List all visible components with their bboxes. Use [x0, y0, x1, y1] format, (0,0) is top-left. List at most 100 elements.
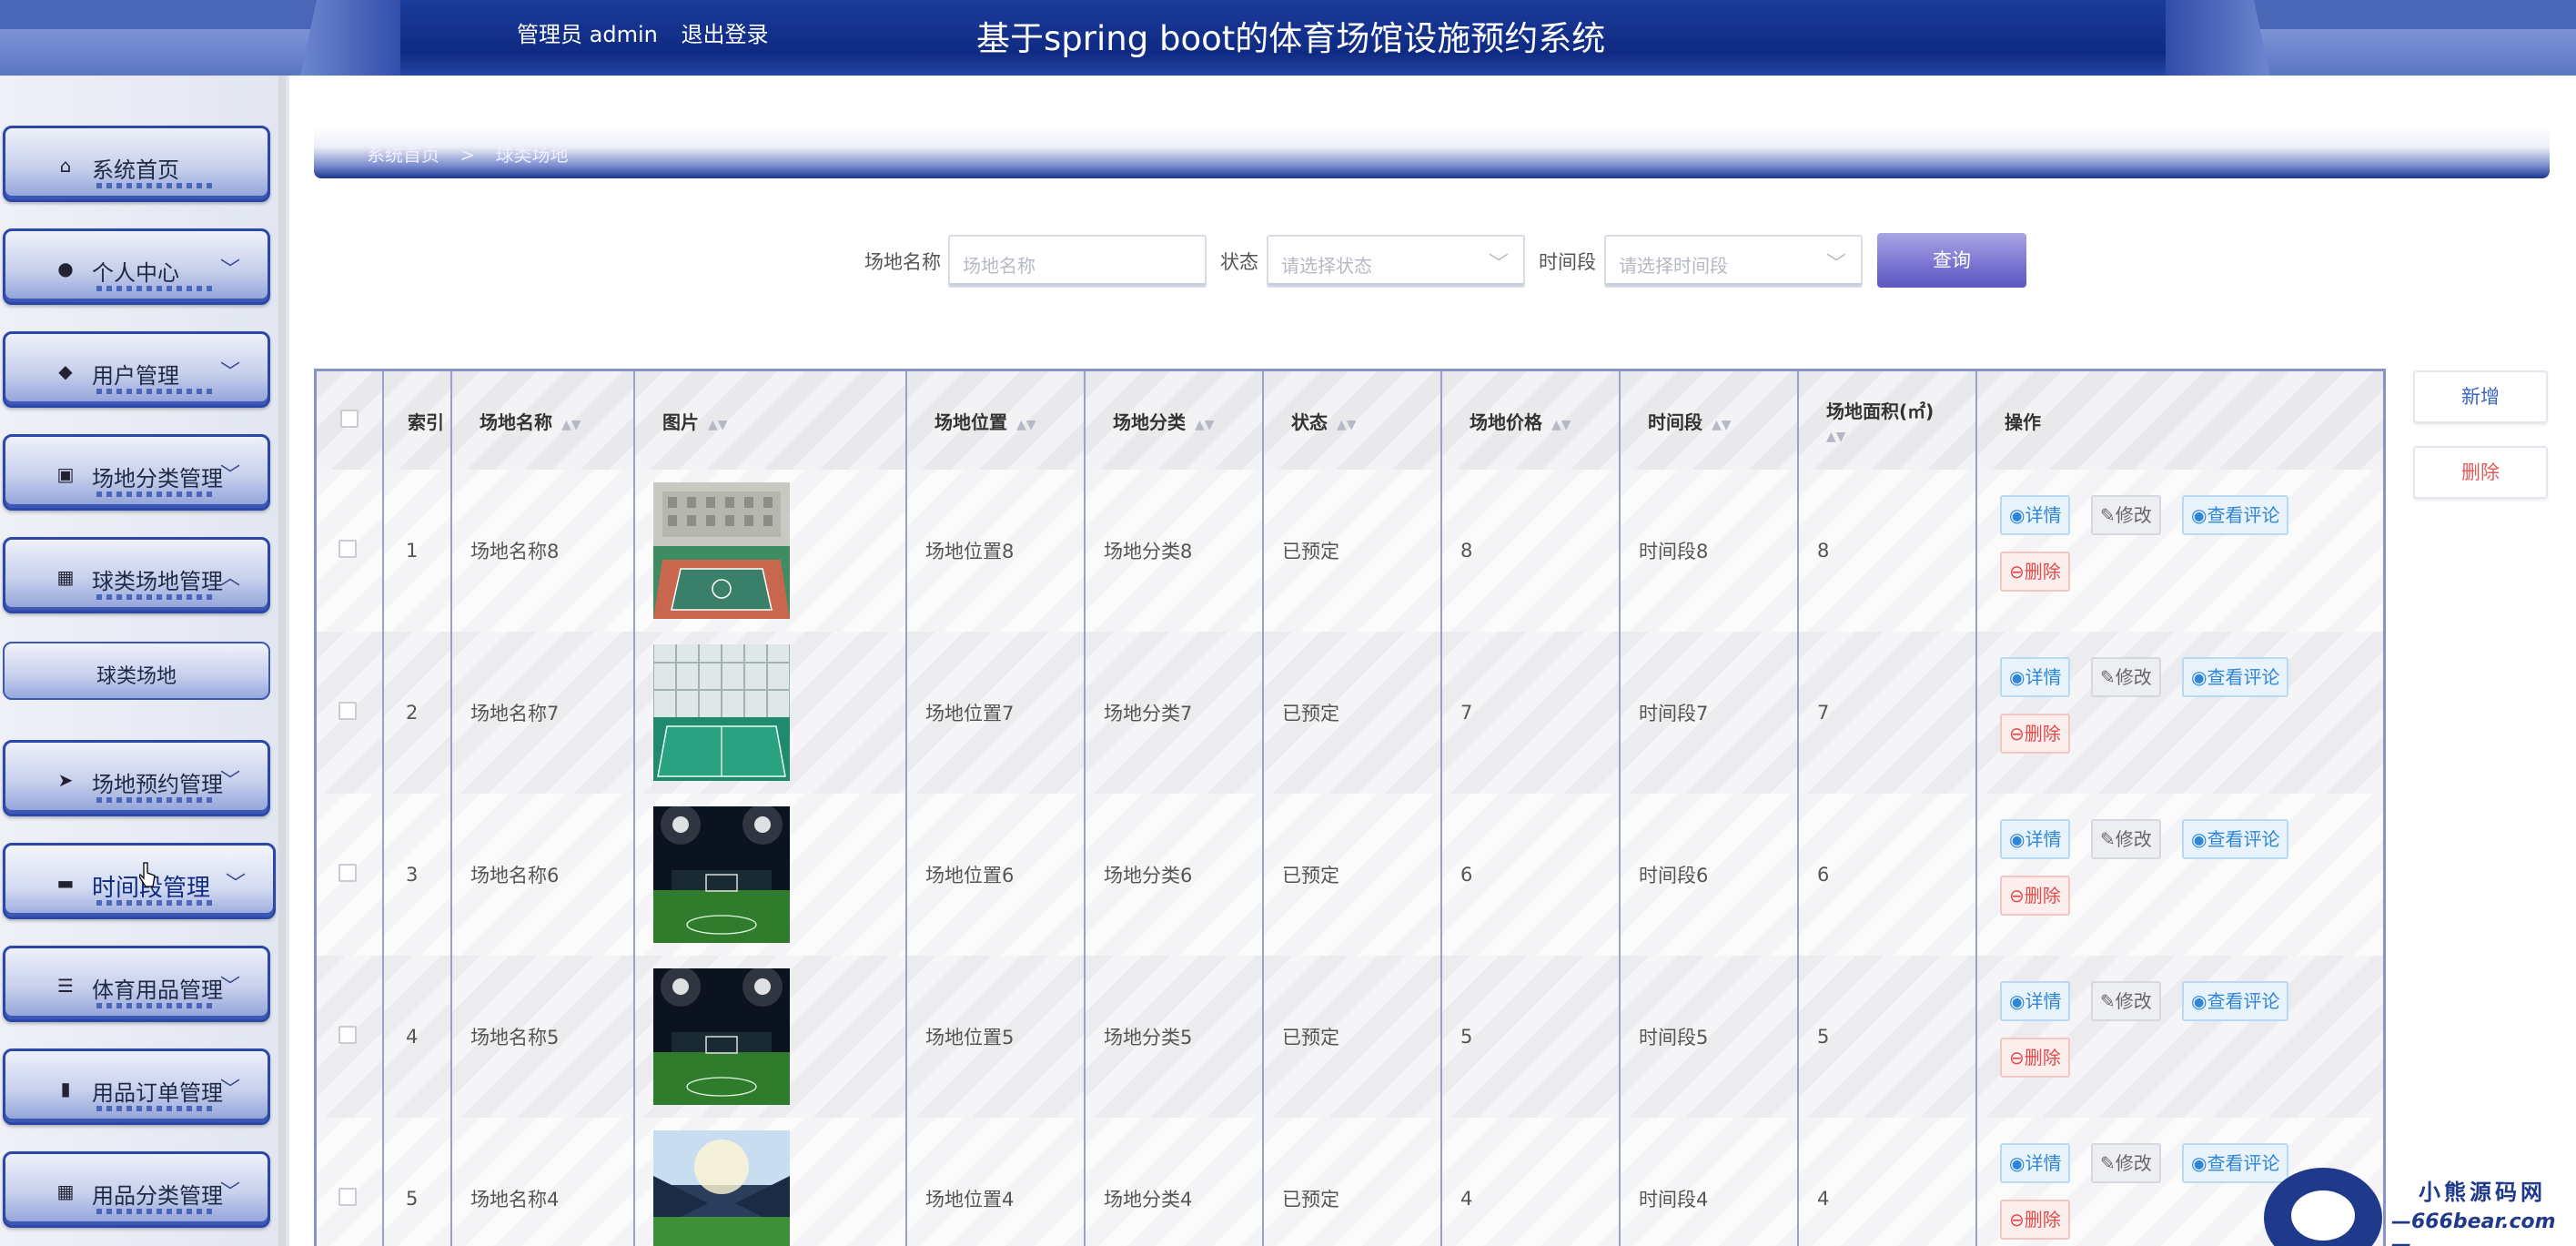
sidebar-item-label: 场地分类管理 — [92, 466, 223, 491]
sidebar-item-label: 个人中心 — [92, 260, 179, 286]
add-button[interactable]: 新增 — [2413, 370, 2548, 423]
sidebar-item-profile[interactable]: ● 个人中心 ﹀ — [3, 228, 270, 305]
search-time-select[interactable]: 请选择时间段 ﹀ — [1604, 235, 1863, 288]
search-name-input[interactable]: 场地名称 — [948, 235, 1207, 288]
edit-button[interactable]: ✎修改 — [2091, 1143, 2161, 1183]
header-image[interactable]: 图片 ▲▼ — [634, 371, 907, 470]
venue-thumbnail[interactable] — [653, 806, 905, 943]
view-reviews-button[interactable]: ◉查看评论 — [2182, 981, 2289, 1021]
detail-button[interactable]: ◉详情 — [2000, 819, 2071, 859]
detail-button[interactable]: ◉详情 — [2000, 1143, 2071, 1183]
row-checkbox[interactable] — [338, 701, 357, 720]
sort-icon[interactable]: ▲▼ — [708, 418, 728, 432]
header-category[interactable]: 场地分类 ▲▼ — [1085, 371, 1264, 470]
user-info: 管理员 admin 退出登录 — [517, 16, 784, 48]
select-all-header — [317, 371, 384, 470]
cell-location: 场地位置4 — [906, 1118, 1086, 1246]
edit-button[interactable]: ✎修改 — [2091, 981, 2161, 1021]
breadcrumb-home[interactable]: 系统首页 — [367, 144, 439, 166]
chevron-down-icon: ﹀ — [219, 1079, 240, 1101]
row-checkbox[interactable] — [338, 863, 357, 882]
pencil-icon: ✎ — [2100, 990, 2116, 1012]
clipboard-icon: ▣ — [56, 463, 75, 485]
sidebar-item-goods-category[interactable]: ▦ 用品分类管理 ﹀ — [3, 1151, 270, 1228]
sort-icon[interactable]: ▲▼ — [1712, 418, 1732, 432]
row-delete-button[interactable]: ⊖删除 — [2000, 1200, 2070, 1240]
header-location[interactable]: 场地位置 ▲▼ — [906, 371, 1086, 470]
sidebar-item-home[interactable]: ⌂ 系统首页 — [3, 126, 270, 202]
detail-button-label: 详情 — [2025, 990, 2062, 1012]
sidebar-item-label: 用品订单管理 — [92, 1080, 223, 1106]
cell-index: 5 — [383, 1118, 452, 1246]
cell-category: 场地分类7 — [1085, 632, 1264, 794]
detail-button-label: 详情 — [2025, 504, 2062, 526]
view-reviews-button[interactable]: ◉查看评论 — [2182, 495, 2289, 535]
edit-button-label: 修改 — [2115, 990, 2152, 1012]
select-all-checkbox[interactable] — [340, 409, 359, 428]
venue-thumbnail[interactable] — [653, 1130, 905, 1246]
sort-icon[interactable]: ▲▼ — [561, 418, 581, 432]
row-delete-button[interactable]: ⊖删除 — [2000, 876, 2070, 916]
venue-thumbnail[interactable] — [653, 482, 905, 619]
sidebar-item-ball-court[interactable]: ▦ 球类场地管理 ︿ — [3, 537, 270, 613]
submenu-item-ball-court[interactable]: 球类场地 — [3, 642, 270, 700]
header-status[interactable]: 状态 ▲▼ — [1263, 371, 1442, 470]
row-delete-button[interactable]: ⊖删除 — [2000, 552, 2070, 592]
edit-button[interactable]: ✎修改 — [2091, 657, 2161, 697]
menu-decoration — [96, 286, 215, 291]
chevron-down-icon: ﹀ — [219, 464, 240, 487]
edit-button[interactable]: ✎修改 — [2091, 819, 2161, 859]
row-delete-button-label: 删除 — [2024, 885, 2061, 907]
header-name[interactable]: 场地名称 ▲▼ — [451, 371, 635, 470]
cell-location: 场地位置8 — [906, 470, 1086, 632]
sidebar-item-goods-orders[interactable]: ▮ 用品订单管理 ﹀ — [3, 1048, 270, 1125]
sidebar-item-users[interactable]: ◆ 用户管理 ﹀ — [3, 331, 270, 408]
eye-icon: ◉ — [2191, 828, 2207, 850]
logout-link[interactable]: 退出登录 — [681, 22, 768, 47]
edit-button[interactable]: ✎修改 — [2091, 495, 2161, 535]
view-reviews-button[interactable]: ◉查看评论 — [2182, 819, 2289, 859]
watermark: 小熊源码网 —666bear.com— — [2255, 1163, 2573, 1246]
detail-button[interactable]: ◉详情 — [2000, 495, 2071, 535]
header-ops: 操作 — [1976, 371, 2383, 470]
cell-status: 已预定 — [1263, 1118, 1442, 1246]
query-button[interactable]: 查询 — [1877, 233, 2026, 288]
header-area[interactable]: 场地面积(㎡) ▲▼ — [1798, 371, 1977, 470]
header-price[interactable]: 场地价格 ▲▼ — [1441, 371, 1621, 470]
cell-category: 场地分类6 — [1085, 794, 1264, 956]
cell-location: 场地位置7 — [906, 632, 1086, 794]
sort-icon[interactable]: ▲▼ — [1826, 430, 1846, 444]
search-status-select[interactable]: 请选择状态 ﹀ — [1267, 235, 1525, 288]
row-checkbox[interactable] — [338, 1187, 357, 1206]
row-delete-button-label: 删除 — [2024, 723, 2061, 745]
row-delete-button[interactable]: ⊖删除 — [2000, 1038, 2070, 1078]
sidebar-item-sport-goods[interactable]: ☰ 体育用品管理 ﹀ — [3, 946, 270, 1022]
sidebar-item-venue-category[interactable]: ▣ 场地分类管理 ﹀ — [3, 434, 270, 511]
venue-thumbnail[interactable] — [653, 644, 905, 781]
sort-icon[interactable]: ▲▼ — [1551, 418, 1571, 432]
chevron-down-icon: ﹀ — [1825, 253, 1846, 276]
venue-thumbnail[interactable] — [653, 968, 905, 1105]
cell-image — [634, 794, 907, 956]
row-checkbox[interactable] — [338, 539, 357, 558]
table-row: 3 场地名称6 场地位置6 场地分类6 已预定 6 时间段6 6 ◉详情 ✎修改… — [317, 794, 2383, 956]
sidebar-scrollbar[interactable] — [278, 76, 286, 1246]
row-checkbox[interactable] — [338, 1025, 357, 1044]
detail-button[interactable]: ◉详情 — [2000, 657, 2071, 697]
menu-decoration — [96, 1003, 215, 1008]
sidebar-item-venue-booking[interactable]: ➤ 场地预约管理 ﹀ — [3, 740, 270, 816]
detail-button-label: 详情 — [2025, 666, 2062, 688]
batch-delete-button[interactable]: 删除 — [2413, 446, 2548, 499]
minus-circle-icon: ⊖ — [2009, 723, 2025, 745]
book-icon: ▮ — [60, 1078, 71, 1099]
menu-decoration — [96, 183, 215, 188]
data-table: 索引 场地名称 ▲▼ 图片 ▲▼ 场地位置 ▲▼ 场地分类 ▲▼ 状态 ▲▼ 场地价格 ▲▼… — [314, 369, 2386, 1246]
sort-icon[interactable]: ▲▼ — [1337, 418, 1357, 432]
row-delete-button[interactable]: ⊖删除 — [2000, 714, 2070, 754]
sort-icon[interactable]: ▲▼ — [1016, 418, 1036, 432]
sort-icon[interactable]: ▲▼ — [1195, 418, 1215, 432]
detail-button[interactable]: ◉详情 — [2000, 981, 2071, 1021]
header-timeslot[interactable]: 时间段 ▲▼ — [1620, 371, 1799, 470]
view-reviews-button[interactable]: ◉查看评论 — [2182, 657, 2289, 697]
view-reviews-button-label: 查看评论 — [2207, 990, 2280, 1012]
